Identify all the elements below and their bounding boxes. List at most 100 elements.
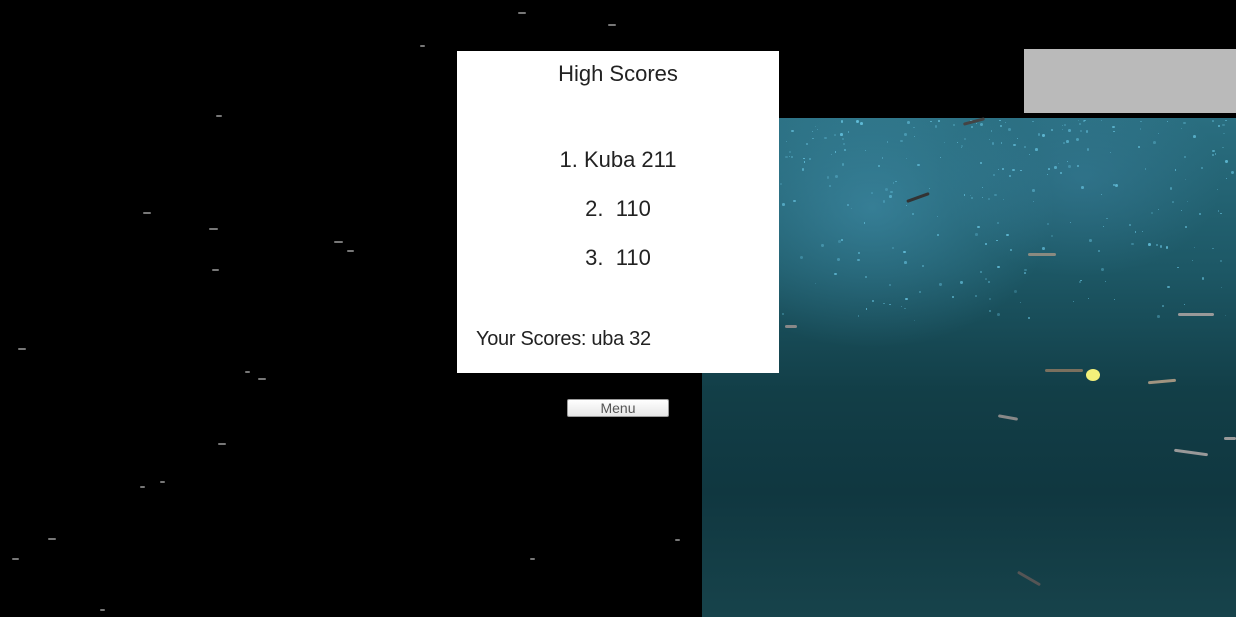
- plankton-particle: [1085, 130, 1088, 133]
- plankton-particle: [834, 174, 838, 178]
- plankton-particle: [975, 233, 978, 236]
- plankton-particle: [1007, 127, 1011, 131]
- plankton-particle: [1183, 121, 1186, 124]
- plankton-particle: [1166, 120, 1168, 122]
- plankton-particle: [1089, 238, 1093, 242]
- plankton-particle: [1157, 315, 1160, 318]
- grey-panel: [1024, 49, 1236, 113]
- plankton-particle: [1011, 168, 1015, 172]
- plankton-particle: [987, 280, 990, 283]
- fish-icon: [518, 12, 526, 14]
- plankton-particle: [1013, 143, 1016, 147]
- plankton-particle: [782, 203, 785, 206]
- your-scores-label: Your Scores: uba 32: [476, 328, 651, 350]
- plankton-particle: [975, 122, 977, 124]
- plankton-particle: [907, 121, 910, 124]
- plankton-particle: [1063, 123, 1066, 126]
- high-scores-title: High Scores: [558, 61, 678, 86]
- plankton-particle: [1131, 242, 1134, 245]
- plankton-particle: [1072, 300, 1074, 303]
- fish-icon: [1028, 253, 1056, 256]
- plankton-particle: [1079, 281, 1081, 283]
- plankton-particle: [1216, 189, 1218, 191]
- plankton-particle: [1223, 132, 1225, 134]
- plankton-particle: [1024, 272, 1026, 274]
- plankton-particle: [996, 239, 998, 242]
- plankton-particle: [1061, 128, 1063, 130]
- plankton-particle: [922, 264, 925, 267]
- plankton-particle: [1081, 185, 1085, 189]
- plankton-particle: [1193, 134, 1196, 138]
- plankton-particle: [843, 148, 847, 151]
- score-row-1: 1. Kuba 211: [559, 147, 677, 172]
- plankton-particle: [823, 136, 827, 140]
- plankton-particle: [1067, 129, 1071, 133]
- plankton-particle: [863, 222, 866, 224]
- fish-icon: [334, 241, 343, 243]
- plankton-particle: [836, 258, 840, 261]
- yellow-dot-icon: [1086, 369, 1100, 381]
- plankton-particle: [888, 284, 891, 287]
- plankton-particle: [904, 132, 907, 136]
- plankton-particle: [1166, 285, 1170, 289]
- plankton-particle: [994, 193, 997, 196]
- plankton-particle: [1166, 246, 1169, 249]
- plankton-particle: [938, 120, 940, 122]
- plankton-particle: [1150, 211, 1153, 214]
- plankton-particle: [913, 319, 915, 321]
- ocean-scene: [702, 118, 1236, 617]
- plankton-particle: [1077, 120, 1079, 122]
- score-row-3: 3. 110: [585, 245, 651, 270]
- plankton-particle: [892, 182, 894, 184]
- plankton-particle: [805, 142, 808, 145]
- menu-button[interactable]: Menu: [567, 399, 669, 417]
- plankton-particle: [1032, 120, 1034, 123]
- fish-icon: [18, 348, 26, 350]
- fish-icon: [1178, 313, 1214, 316]
- plankton-particle: [837, 240, 841, 244]
- fish-icon: [245, 371, 250, 373]
- plankton-particle: [850, 207, 852, 210]
- plankton-particle: [979, 270, 982, 273]
- plankton-particle: [991, 141, 995, 145]
- plankton-particle: [833, 134, 836, 136]
- plankton-particle: [821, 244, 824, 247]
- plankton-particle: [785, 155, 788, 159]
- plankton-particle: [1100, 268, 1104, 272]
- plankton-particle: [1113, 298, 1115, 300]
- fish-icon: [675, 539, 680, 541]
- plankton-particle: [1024, 145, 1026, 148]
- plankton-particle: [1201, 277, 1205, 280]
- plankton-particle: [1158, 208, 1160, 210]
- plankton-particle: [1172, 201, 1174, 203]
- fish-icon: [209, 228, 218, 230]
- plankton-particle: [1113, 130, 1115, 132]
- plankton-particle: [1212, 247, 1214, 250]
- plankton-particle: [1222, 146, 1224, 149]
- plankton-particle: [1139, 128, 1142, 130]
- plankton-particle: [911, 212, 914, 216]
- plankton-particle: [1046, 223, 1049, 226]
- plankton-particle: [890, 190, 893, 193]
- plankton-particle: [865, 308, 868, 310]
- fish-icon: [420, 45, 425, 47]
- plankton-particle: [1185, 225, 1187, 228]
- plankton-particle: [892, 247, 894, 249]
- plankton-particle: [1013, 290, 1017, 294]
- plankton-particle: [1212, 120, 1214, 122]
- plankton-particle: [841, 138, 844, 141]
- plankton-particle: [856, 120, 859, 123]
- fish-icon: [160, 481, 165, 483]
- plankton-particle: [1225, 160, 1228, 163]
- plankton-particle: [1184, 156, 1186, 158]
- plankton-particle: [996, 221, 999, 224]
- plankton-particle: [984, 278, 987, 281]
- plankton-particle: [997, 265, 1000, 268]
- fish-icon: [1224, 437, 1236, 440]
- plankton-particle: [864, 149, 866, 151]
- plankton-particle: [904, 261, 907, 265]
- plankton-particle: [1066, 139, 1069, 143]
- plankton-particle: [981, 196, 983, 198]
- fish-icon: [100, 609, 105, 611]
- fish-icon: [143, 212, 151, 214]
